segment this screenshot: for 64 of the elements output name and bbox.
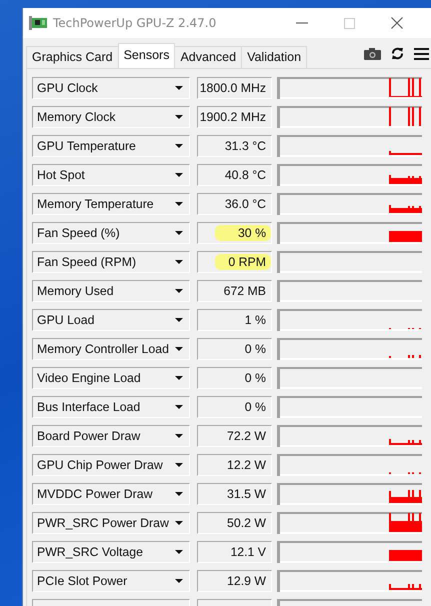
value-field: 30 % <box>197 222 272 244</box>
caret-icon <box>175 318 183 322</box>
sensor-select[interactable]: Fan Speed (%) <box>32 222 190 244</box>
sensor-select[interactable]: Memory Controller Load <box>32 338 190 360</box>
value-field: 0 % <box>197 396 272 418</box>
value-field: 36.0 °C <box>197 193 272 215</box>
sensor-select[interactable]: Memory Used <box>32 280 190 302</box>
caret-icon <box>175 405 183 409</box>
value-field: 50.2 W <box>197 512 272 534</box>
refresh-icon[interactable] <box>391 47 404 60</box>
tab[interactable]: Sensors <box>118 43 176 68</box>
sensor-select[interactable]: Board Power Draw <box>32 425 190 447</box>
caret-icon <box>175 463 183 467</box>
sensor-select[interactable]: Memory Clock <box>32 106 190 128</box>
caret-icon <box>175 231 183 235</box>
value-field: 72.2 W <box>197 425 272 447</box>
value-field: 0 % <box>197 367 272 389</box>
sensor-select[interactable]: PCIe Slot Power <box>32 570 190 592</box>
caret-icon <box>175 173 183 177</box>
sensor-select[interactable]: Memory Temperature <box>32 193 190 215</box>
sensor-select[interactable]: GPU Clock <box>32 77 190 99</box>
caret-icon <box>175 347 183 351</box>
value-field: 31.5 W <box>197 483 272 505</box>
sensor-select[interactable]: Video Engine Load <box>32 367 190 389</box>
caret-icon <box>175 260 183 264</box>
caret-icon <box>175 550 183 554</box>
sensor-select[interactable]: Hot Spot <box>32 164 190 186</box>
sensor-select[interactable]: PWR_SRC Power Draw <box>32 512 190 534</box>
window-title: TechPowerUp GPU-Z 2.47.0 <box>53 16 216 30</box>
value-field: 12.9 W <box>197 570 272 592</box>
caret-icon <box>175 202 183 206</box>
caret-icon <box>175 86 183 90</box>
caret-icon <box>175 115 183 119</box>
app-icon <box>29 16 47 30</box>
value-field: 12.1 V <box>197 541 272 563</box>
tab[interactable]: Graphics Card <box>26 46 119 68</box>
camera-icon[interactable] <box>364 48 381 60</box>
caret-icon <box>175 144 183 148</box>
caret-icon <box>175 376 183 380</box>
caret-icon <box>175 492 183 496</box>
value-field: 1 % <box>197 309 272 331</box>
sensor-select[interactable]: Bus Interface Load <box>32 396 190 418</box>
sensor-select[interactable]: Fan Speed (RPM) <box>32 251 190 273</box>
close-icon[interactable] <box>391 17 404 29</box>
sensor-select[interactable]: PWR_SRC Voltage <box>32 541 190 563</box>
caret-icon <box>175 289 183 293</box>
sensor-select[interactable]: GPU Temperature <box>32 135 190 157</box>
value-field: 1800.0 MHz <box>197 77 272 99</box>
menu-icon[interactable] <box>414 48 429 60</box>
value-field: 0 RPM <box>197 251 272 273</box>
sensor-select[interactable]: GPU Load <box>32 309 190 331</box>
value-field: 672 MB <box>197 280 272 302</box>
value-field: 31.3 °C <box>197 135 272 157</box>
tab[interactable]: Validation <box>241 46 308 68</box>
value-field: 0 % <box>197 338 272 360</box>
caret-icon <box>175 579 183 583</box>
caret-icon <box>175 434 183 438</box>
value-field: 12.2 W <box>197 454 272 476</box>
caret-icon <box>175 521 183 525</box>
value-field: 40.8 °C <box>197 164 272 186</box>
minimize-icon[interactable] <box>296 22 308 24</box>
sensor-select[interactable]: MVDDC Power Draw <box>32 483 190 505</box>
sensor-select[interactable]: GPU Chip Power Draw <box>32 454 190 476</box>
value-field: 1900.2 MHz <box>197 106 272 128</box>
